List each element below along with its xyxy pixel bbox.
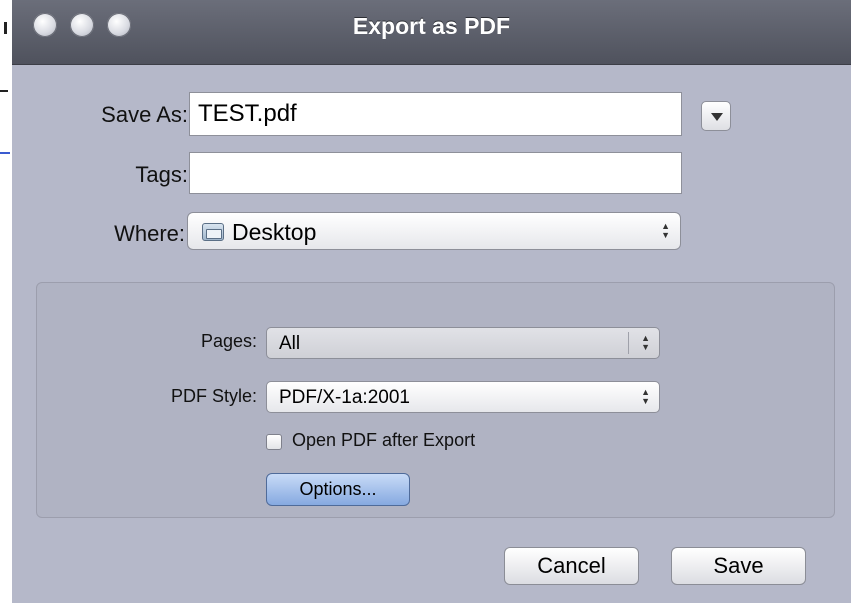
background-text-fragment (4, 22, 7, 34)
background-text-fragment (0, 90, 8, 92)
cancel-button[interactable]: Cancel (504, 547, 639, 585)
open-pdf-label[interactable]: Open PDF after Export (292, 430, 475, 451)
tags-label: Tags: (135, 162, 188, 187)
save-button[interactable]: Save (671, 547, 806, 585)
pages-label: Pages: (200, 331, 257, 351)
background-link-fragment (0, 152, 10, 154)
pages-value: All (279, 333, 301, 354)
options-button[interactable]: Options... (266, 473, 410, 506)
chevron-down-icon (711, 113, 723, 121)
pdf-options-panel: Pages: All ▲ ▼ PDF Style: PDF/X-1a:2001 ▲… (36, 282, 835, 518)
where-label: Where: (114, 221, 185, 246)
title-bar[interactable]: Export as PDF (12, 0, 851, 65)
select-divider (628, 332, 629, 354)
folder-icon (202, 223, 224, 241)
save-as-input[interactable] (189, 92, 682, 136)
window-title: Export as PDF (352, 13, 511, 39)
expand-browser-button[interactable] (701, 101, 731, 131)
where-value: Desktop (232, 219, 317, 245)
pdf-style-value: PDF/X-1a:2001 (279, 387, 410, 408)
save-as-label: Save As: (101, 102, 188, 127)
pdf-style-select[interactable]: PDF/X-1a:2001 ▲ ▼ (266, 381, 660, 413)
pages-select[interactable]: All ▲ ▼ (266, 327, 660, 359)
up-down-arrows-icon: ▲ ▼ (661, 221, 670, 240)
up-down-arrows-icon: ▲ ▼ (641, 333, 650, 352)
where-popup[interactable]: Desktop ▲ ▼ (187, 212, 681, 250)
up-down-arrows-icon: ▲ ▼ (641, 387, 650, 406)
pdf-style-label: PDF Style: (170, 386, 257, 406)
tags-input[interactable] (189, 152, 682, 194)
export-pdf-dialog: Export as PDF Save As: Tags: Where: Desk… (12, 0, 851, 603)
open-pdf-checkbox[interactable] (266, 434, 282, 450)
